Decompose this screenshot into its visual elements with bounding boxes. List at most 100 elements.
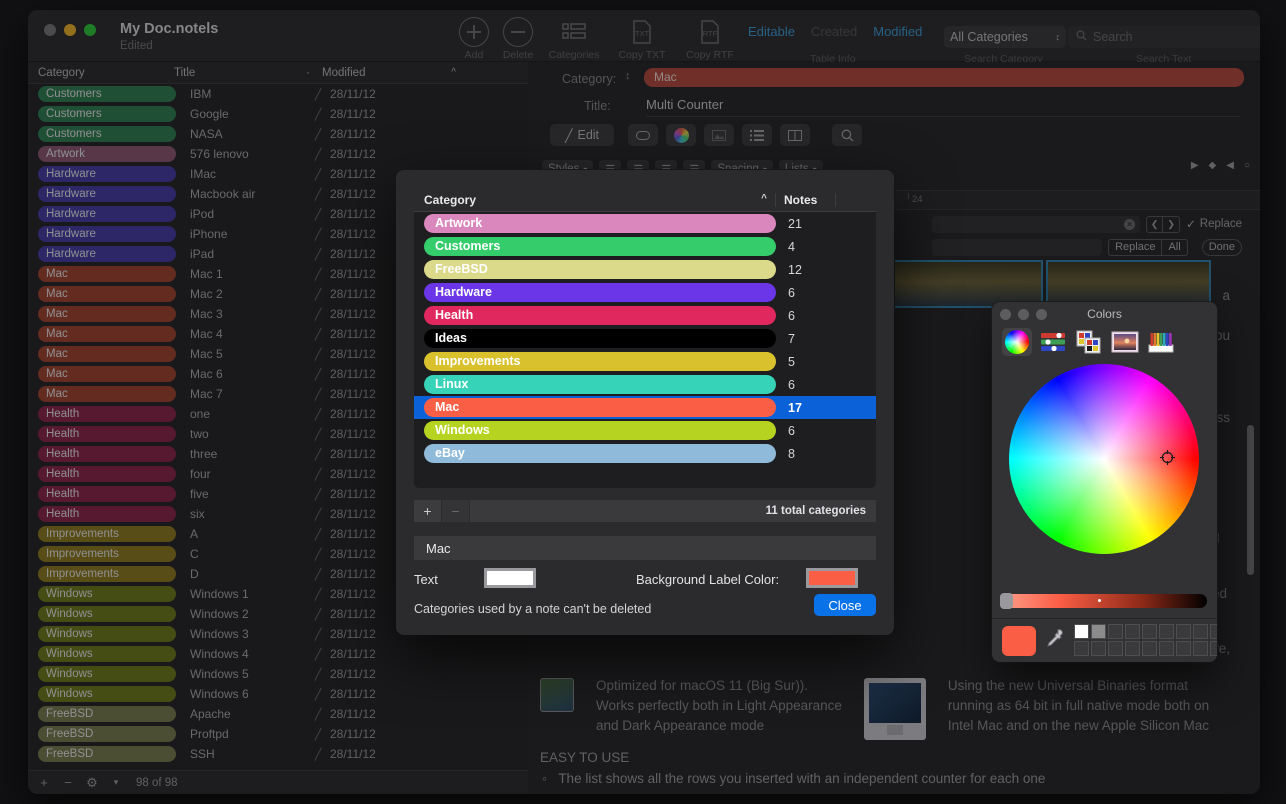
color-swatch-cell[interactable] (1074, 624, 1089, 639)
category-name-input[interactable]: Mac (414, 536, 876, 560)
back-icon[interactable]: ◀ (1226, 160, 1234, 171)
table-row[interactable]: CustomersIBM╱28/11/12 (28, 84, 528, 104)
detail-toolbar[interactable]: ╱ Edit (550, 124, 862, 146)
add-note-button[interactable]: + (34, 775, 54, 790)
row-category-pill[interactable]: Customers (38, 126, 176, 142)
color-wheel-icon[interactable] (1002, 328, 1032, 356)
color-swatch-cell[interactable] (1193, 624, 1208, 639)
row-category-pill[interactable]: Hardware (38, 206, 176, 222)
category-pill[interactable]: Artwork (424, 214, 776, 233)
replace-button[interactable]: Replace (1108, 239, 1162, 256)
colors-minimize-button[interactable] (1018, 309, 1029, 320)
record-icon[interactable]: ○ (1244, 160, 1250, 171)
row-category-pill[interactable]: Mac (38, 386, 176, 402)
row-category-pill[interactable]: Health (38, 506, 176, 522)
search-input[interactable]: Search (1068, 26, 1260, 48)
row-category-pill[interactable]: Hardware (38, 186, 176, 202)
row-category-pill[interactable]: Windows (38, 646, 176, 662)
category-column-header[interactable]: Category ^ (414, 193, 776, 207)
row-category-pill[interactable]: Health (38, 446, 176, 462)
row-category-pill[interactable]: Health (38, 426, 176, 442)
notes-column-header[interactable]: Notes (776, 193, 836, 207)
table-row[interactable]: FreeBSDSSH╱28/11/12 (28, 744, 528, 764)
image-palettes-icon[interactable] (1110, 328, 1140, 356)
remove-note-button[interactable]: − (58, 775, 78, 790)
row-category-pill[interactable]: FreeBSD (38, 726, 176, 742)
chevron-right-icon[interactable]: ❯ (1163, 216, 1180, 233)
column-header-title[interactable]: Title (174, 67, 294, 79)
category-table-body[interactable]: Artwork21Customers4FreeBSD12Hardware6Hea… (414, 212, 876, 465)
row-category-pill[interactable]: Mac (38, 286, 176, 302)
text-color-swatch[interactable] (484, 568, 536, 588)
chevron-down-icon[interactable]: ▾ (106, 777, 126, 788)
category-row[interactable]: eBay8 (414, 442, 876, 465)
row-category-pill[interactable]: Mac (38, 306, 176, 322)
text-field-icon[interactable] (628, 124, 658, 146)
category-pill[interactable]: Health (424, 306, 776, 325)
chevron-updown-icon[interactable]: ↕ (625, 70, 631, 82)
row-category-pill[interactable]: Hardware (38, 246, 176, 262)
background-color-swatch[interactable] (806, 568, 858, 588)
row-category-pill[interactable]: FreeBSD (38, 706, 176, 722)
table-row[interactable]: WindowsWindows 5╱28/11/12 (28, 664, 528, 684)
row-category-pill[interactable]: Health (38, 466, 176, 482)
color-swatch-cell[interactable] (1210, 624, 1217, 639)
color-sliders-icon[interactable] (1038, 328, 1068, 356)
table-row[interactable]: WindowsWindows 4╱28/11/12 (28, 644, 528, 664)
colors-close-button[interactable] (1000, 309, 1011, 320)
row-category-pill[interactable]: Improvements (38, 526, 176, 542)
eyedropper-icon[interactable] (1046, 627, 1064, 655)
color-swatch-cell[interactable] (1108, 641, 1123, 656)
format-bar-right-icons[interactable]: ▶ ◆ ◀ ○ (1191, 160, 1250, 171)
row-category-pill[interactable]: Mac (38, 366, 176, 382)
row-category-pill[interactable]: Windows (38, 586, 176, 602)
table-row[interactable]: CustomersGoogle╱28/11/12 (28, 104, 528, 124)
image-icon[interactable] (704, 124, 734, 146)
add-category-button[interactable]: + (414, 500, 442, 522)
table-row[interactable]: FreeBSDProftpd╱28/11/12 (28, 724, 528, 744)
chevron-left-icon[interactable]: ❮ (1146, 216, 1163, 233)
notes-table-footer[interactable]: + − ⚙ ▾ 98 of 98 (28, 770, 528, 794)
toolbar-delete[interactable]: Delete (486, 16, 550, 61)
gear-icon[interactable]: ⚙ (82, 775, 102, 791)
category-row[interactable]: Ideas7 (414, 327, 876, 350)
row-category-pill[interactable]: Mac (38, 266, 176, 282)
row-category-pill[interactable]: Customers (38, 86, 176, 102)
category-pill[interactable]: eBay (424, 444, 776, 463)
segment-created[interactable]: Created (811, 24, 857, 39)
category-pill[interactable]: Ideas (424, 329, 776, 348)
row-category-pill[interactable]: Windows (38, 626, 176, 642)
row-category-pill[interactable]: Improvements (38, 566, 176, 582)
segment-editable[interactable]: Editable (748, 24, 795, 39)
row-category-pill[interactable]: Customers (38, 106, 176, 122)
category-row-selected[interactable]: Mac17 (414, 396, 876, 419)
row-category-pill[interactable]: FreeBSD (38, 746, 176, 762)
row-category-pill[interactable]: Health (38, 406, 176, 422)
category-pill[interactable]: Improvements (424, 352, 776, 371)
clear-icon[interactable]: ✕ (1124, 219, 1135, 230)
row-category-pill[interactable]: Mac (38, 346, 176, 362)
row-category-pill[interactable]: Health (38, 486, 176, 502)
category-pill[interactable]: Hardware (424, 283, 776, 302)
column-header-editable[interactable]: · (294, 67, 322, 79)
crayons-icon[interactable] (1146, 328, 1176, 356)
category-row[interactable]: Artwork21 (414, 212, 876, 235)
column-header-category[interactable]: Category (28, 67, 174, 79)
colors-traffic-lights[interactable] (1000, 309, 1047, 320)
find-done-button[interactable]: Done (1202, 239, 1242, 256)
row-category-pill[interactable]: Windows (38, 666, 176, 682)
replace-checkbox[interactable]: ✓ Replace (1186, 217, 1242, 231)
segment-modified[interactable]: Modified (873, 24, 922, 39)
category-row[interactable]: Windows6 (414, 419, 876, 442)
edit-button[interactable]: ╱ Edit (550, 124, 614, 146)
row-category-pill[interactable]: Mac (38, 326, 176, 342)
colors-panel-tabs[interactable] (992, 326, 1217, 362)
colors-zoom-button[interactable] (1036, 309, 1047, 320)
color-swatch-cell[interactable] (1091, 641, 1106, 656)
color-swatch-cell[interactable] (1142, 641, 1157, 656)
column-header-modified[interactable]: Modified ^ (322, 67, 528, 79)
color-swatch-grid[interactable] (1074, 624, 1217, 657)
current-color-swatch[interactable] (1002, 626, 1036, 656)
color-swatch-cell[interactable] (1176, 624, 1191, 639)
close-button[interactable] (44, 24, 56, 36)
